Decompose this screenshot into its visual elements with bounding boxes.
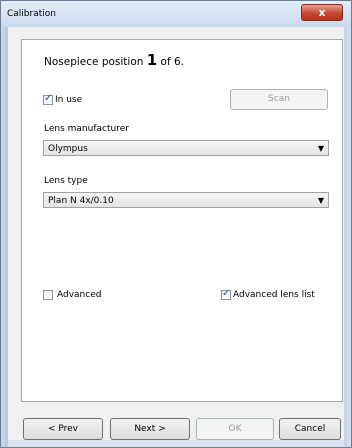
close-icon: x	[318, 6, 326, 19]
advanced-checkbox[interactable]	[43, 290, 53, 300]
advanced-label: Advanced	[57, 290, 102, 300]
next-button[interactable]: Next >	[110, 418, 190, 440]
window-title: Calibration	[7, 9, 56, 19]
cancel-button[interactable]: Cancel	[279, 418, 341, 440]
advanced-lens-list-checkbox[interactable]	[221, 288, 231, 300]
window-right-border	[344, 27, 351, 447]
prev-button-label: < Prev	[47, 424, 79, 434]
nosepiece-suffix: of 6.	[160, 56, 185, 68]
nosepiece-prefix: Nosepiece position	[44, 56, 144, 68]
prev-button[interactable]: < Prev	[23, 418, 103, 440]
cancel-button-label: Cancel	[294, 424, 326, 434]
lens-manufacturer-value: Olympus	[48, 144, 88, 154]
advanced-lens-list-label: Advanced lens list	[233, 290, 315, 300]
ok-button[interactable]: OK	[196, 418, 274, 440]
close-button[interactable]: x	[301, 4, 343, 21]
lens-type-select[interactable]: Plan N 4x/0.10 ▼	[43, 192, 329, 208]
in-use-label: In use	[55, 95, 83, 105]
ok-button-label: OK	[228, 424, 242, 434]
scan-button[interactable]: Scan	[230, 89, 328, 110]
next-button-label: Next >	[134, 424, 166, 434]
nosepiece-number: 1	[146, 51, 158, 69]
lens-manufacturer-select[interactable]: Olympus ▼	[43, 140, 329, 156]
lens-type-label: Lens type	[44, 176, 88, 186]
in-use-checkbox[interactable]	[43, 93, 53, 105]
window-left-border	[1, 27, 8, 447]
chevron-down-icon: ▼	[317, 144, 324, 153]
chevron-down-icon: ▼	[317, 196, 324, 205]
nosepiece-position-text: Nosepiece position 1 of 6.	[44, 51, 184, 69]
title-bar[interactable]: Calibration x	[1, 1, 351, 27]
scan-button-label: Scan	[268, 94, 290, 104]
lens-type-value: Plan N 4x/0.10	[48, 196, 114, 206]
lens-manufacturer-label: Lens manufacturer	[44, 124, 129, 134]
